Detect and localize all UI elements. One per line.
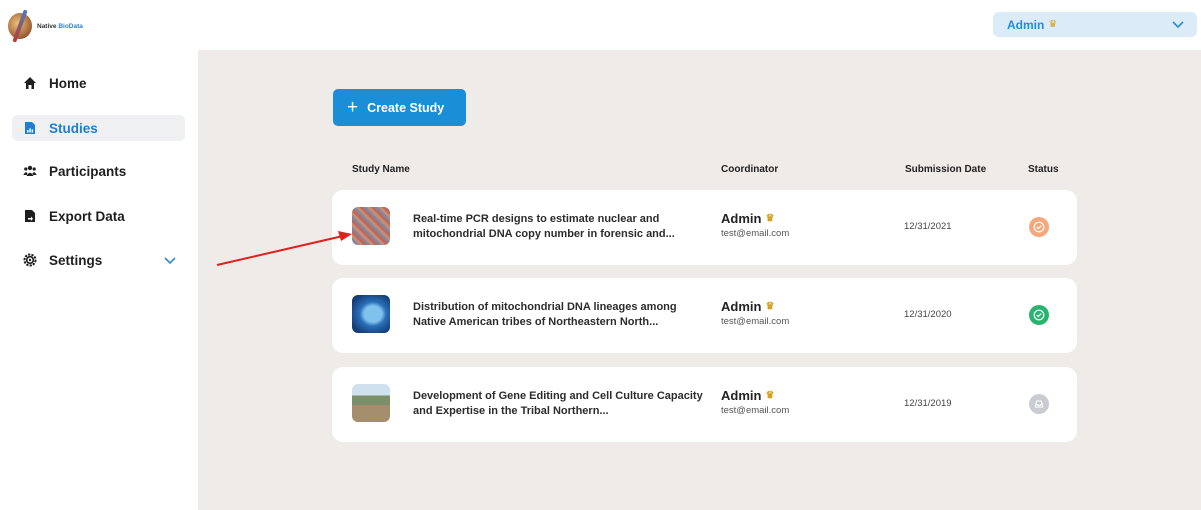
study-thumbnail[interactable] [352, 207, 390, 245]
sidebar-item-label: Studies [49, 120, 98, 136]
column-header-study-name[interactable]: Study Name [352, 164, 410, 175]
logo-text-part-2: BioData [58, 22, 83, 30]
submission-date: 12/31/2021 [904, 221, 952, 232]
sidebar-item-participants[interactable]: Participants [12, 158, 185, 184]
coordinator-cell: Admin ♛ test@email.com [721, 299, 789, 327]
gear-icon [23, 253, 37, 267]
sidebar-item-label: Home [49, 75, 87, 91]
plus-icon: + [347, 97, 359, 118]
study-row[interactable]: Real-time PCR designs to estimate nuclea… [332, 190, 1077, 265]
column-header-status[interactable]: Status [1028, 164, 1059, 175]
coordinator-cell: Admin ♛ test@email.com [721, 211, 789, 239]
app-logo[interactable]: Native BioData [8, 13, 83, 39]
sidebar-item-studies[interactable]: Studies [12, 115, 185, 141]
coordinator-name-line: Admin ♛ [721, 388, 789, 403]
status-archive-icon[interactable] [1029, 394, 1049, 414]
crown-icon: ♛ [765, 301, 775, 312]
coordinator-name: Admin [721, 211, 762, 226]
submission-date: 12/31/2020 [904, 309, 952, 320]
coordinator-name: Admin [721, 388, 762, 403]
coordinator-email: test@email.com [721, 316, 790, 327]
user-menu-dropdown[interactable]: Admin ♛ [993, 12, 1197, 37]
study-title[interactable]: Development of Gene Editing and Cell Cul… [413, 389, 703, 419]
study-row[interactable]: Development of Gene Editing and Cell Cul… [332, 367, 1077, 442]
sidebar-item-label: Export Data [49, 208, 125, 224]
users-icon [23, 164, 37, 178]
column-header-coordinator[interactable]: Coordinator [721, 164, 778, 175]
study-thumbnail[interactable] [352, 295, 390, 333]
logo-text-part-1: Native [37, 22, 59, 30]
home-icon [23, 76, 37, 90]
chevron-down-icon[interactable] [163, 253, 177, 267]
sidebar: Home Studies Participants Export Data Se… [0, 50, 198, 510]
sidebar-item-settings[interactable]: Settings [12, 247, 185, 273]
status-check-icon[interactable] [1029, 305, 1049, 325]
user-name: Admin [1007, 17, 1045, 32]
main-content: + Create Study Study Name Coordinator Su… [198, 50, 1201, 510]
column-header-submission-date[interactable]: Submission Date [905, 164, 986, 175]
sidebar-item-home[interactable]: Home [12, 70, 185, 96]
study-thumbnail[interactable] [352, 384, 390, 422]
coordinator-email: test@email.com [721, 228, 790, 239]
create-study-label: Create Study [367, 100, 445, 115]
coordinator-cell: Admin ♛ test@email.com [721, 388, 789, 416]
logo-text: Native BioData [37, 23, 83, 30]
coordinator-name-line: Admin ♛ [721, 299, 789, 314]
crown-icon: ♛ [765, 213, 775, 224]
coordinator-email: test@email.com [721, 405, 790, 416]
coordinator-name: Admin [721, 299, 762, 314]
coordinator-name-line: Admin ♛ [721, 211, 789, 226]
study-title[interactable]: Real-time PCR designs to estimate nuclea… [413, 212, 703, 242]
crown-icon: ♛ [1048, 19, 1058, 30]
sidebar-item-export-data[interactable]: Export Data [12, 203, 185, 229]
top-bar: Native BioData Admin ♛ [0, 0, 1201, 50]
file-export-icon [23, 209, 37, 223]
sidebar-item-label: Settings [49, 252, 103, 268]
document-chart-icon [23, 121, 37, 135]
study-row[interactable]: Distribution of mitochondrial DNA lineag… [332, 278, 1077, 353]
create-study-button[interactable]: + Create Study [333, 89, 466, 126]
sidebar-item-label: Participants [49, 163, 127, 179]
submission-date: 12/31/2019 [904, 398, 952, 409]
crown-icon: ♛ [765, 390, 775, 401]
chevron-down-icon [1172, 21, 1184, 29]
study-title[interactable]: Distribution of mitochondrial DNA lineag… [413, 300, 703, 330]
logo-mark-icon [8, 13, 32, 39]
status-check-icon[interactable] [1029, 217, 1049, 237]
